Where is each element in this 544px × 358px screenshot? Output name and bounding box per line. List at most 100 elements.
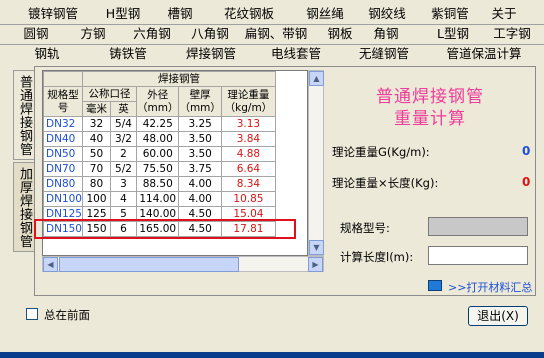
tab-hex-steel[interactable]: 六角钢 bbox=[126, 25, 178, 44]
col-header-inch: 英 bbox=[109, 101, 137, 117]
tab-about[interactable]: 关于 bbox=[484, 5, 524, 24]
cell-spec: DN70 bbox=[43, 161, 83, 177]
cell-mm: 80 bbox=[81, 176, 111, 192]
cell-wall: 4.00 bbox=[178, 176, 222, 192]
length-input[interactable] bbox=[428, 246, 528, 265]
table-vertical-scrollbar[interactable]: ▲ ▼ bbox=[308, 70, 324, 256]
cell-spec: DN50 bbox=[43, 146, 83, 162]
side-tab-thick-welded[interactable]: 加厚焊接钢管 bbox=[13, 162, 35, 252]
tab-channel-steel[interactable]: 槽钢 bbox=[160, 5, 200, 24]
col-header-wall: 壁厚（mm） bbox=[178, 86, 222, 117]
scroll-up-icon[interactable]: ▲ bbox=[309, 71, 324, 86]
spec-label: 规格型号: bbox=[340, 221, 390, 235]
tab-row-1: 镀锌钢管 H型钢 槽钢 花纹钢板 钢丝绳 钢绞线 紫铜管 关于 bbox=[0, 5, 544, 24]
cell-spec: DN40 bbox=[43, 131, 83, 147]
total-weight-label: 理论重量×长度(Kg): bbox=[332, 176, 439, 190]
tab-i-beam[interactable]: 工字钢 bbox=[486, 25, 538, 44]
table-icon bbox=[428, 280, 442, 291]
tab-flat-steel[interactable]: 扁钢、带钢 bbox=[240, 25, 312, 44]
cell-weight: 4.88 bbox=[220, 146, 276, 162]
cell-weight: 6.64 bbox=[220, 161, 276, 177]
app-window: 镀锌钢管 H型钢 槽钢 花纹钢板 钢丝绳 钢绞线 紫铜管 关于 圆钢 方钢 六角… bbox=[0, 0, 544, 352]
tab-h-beam[interactable]: H型钢 bbox=[98, 5, 148, 24]
cell-mm: 70 bbox=[81, 161, 111, 177]
tab-galvanized-pipe[interactable]: 镀锌钢管 bbox=[20, 5, 86, 24]
cell-od: 88.50 bbox=[135, 176, 180, 192]
tab-wire-rope[interactable]: 钢丝绳 bbox=[298, 5, 352, 24]
table-row[interactable]: DN50 50 2 60.00 3.50 4.88 bbox=[43, 146, 276, 162]
col-header-od: 外径（mm） bbox=[135, 86, 180, 117]
tab-insulation-calc[interactable]: 管道保温计算 bbox=[436, 45, 532, 64]
cell-inch: 3 bbox=[109, 176, 137, 192]
spec-field[interactable] bbox=[428, 217, 528, 236]
cell-weight: 8.34 bbox=[220, 176, 276, 192]
table-horizontal-scrollbar[interactable]: ◀ ▶ bbox=[42, 256, 324, 272]
scroll-right-icon[interactable]: ▶ bbox=[308, 257, 323, 272]
cell-weight: 10.85 bbox=[220, 191, 276, 207]
col-header-nominal: 公称口径 bbox=[81, 86, 137, 102]
cell-wall: 3.75 bbox=[178, 161, 222, 177]
cell-od: 75.50 bbox=[135, 161, 180, 177]
cell-wall: 4.00 bbox=[178, 191, 222, 207]
calc-subtitle: 重量计算 bbox=[394, 109, 466, 129]
scroll-down-icon[interactable]: ▼ bbox=[309, 240, 324, 255]
topmost-checkbox[interactable] bbox=[26, 308, 38, 320]
side-tab-standard-welded[interactable]: 普通焊接钢管 bbox=[13, 70, 35, 160]
tab-welded-pipe[interactable]: 焊接钢管 bbox=[172, 45, 250, 64]
tab-row-2: 圆钢 方钢 六角钢 八角钢 扁钢、带钢 钢板 角钢 L型钢 工字钢 bbox=[0, 25, 544, 44]
tab-copper-pipe[interactable]: 紫铜管 bbox=[424, 5, 476, 24]
total-weight-value: 0 bbox=[522, 175, 531, 189]
cell-inch: 5/2 bbox=[109, 161, 137, 177]
cell-inch: 4 bbox=[109, 191, 137, 207]
tab-checker-plate[interactable]: 花纹钢板 bbox=[216, 5, 282, 24]
table-row[interactable]: DN80 80 3 88.50 4.00 8.34 bbox=[43, 176, 276, 192]
scroll-left-icon[interactable]: ◀ bbox=[43, 257, 58, 272]
tab-oct-steel[interactable]: 八角钢 bbox=[184, 25, 236, 44]
cell-wall: 3.50 bbox=[178, 146, 222, 162]
tab-conduit[interactable]: 电线套管 bbox=[262, 45, 330, 64]
table-row[interactable]: DN32 32 5/4 42.25 3.25 3.13 bbox=[43, 116, 276, 132]
table-row[interactable]: DN100 100 4 114.00 4.00 10.85 bbox=[43, 191, 276, 207]
tab-round-steel[interactable]: 圆钢 bbox=[18, 25, 54, 44]
tab-l-steel[interactable]: L型钢 bbox=[428, 25, 478, 44]
open-summary-link[interactable]: >>打开材料汇总 bbox=[448, 279, 532, 295]
cell-weight: 3.13 bbox=[220, 116, 276, 132]
tab-steel-plate[interactable]: 钢板 bbox=[318, 25, 362, 44]
table-row[interactable]: DN70 70 5/2 75.50 3.75 6.64 bbox=[43, 161, 276, 177]
cell-inch: 5/4 bbox=[109, 116, 137, 132]
cell-od: 48.00 bbox=[135, 131, 180, 147]
cell-inch: 2 bbox=[109, 146, 137, 162]
cell-mm: 50 bbox=[81, 146, 111, 162]
side-tab-label: 普通焊接钢管 bbox=[17, 74, 32, 156]
cell-mm: 40 bbox=[81, 131, 111, 147]
highlight-box bbox=[34, 219, 296, 239]
col-header-spec: 规格型号 bbox=[43, 86, 83, 117]
cell-spec: DN32 bbox=[43, 116, 83, 132]
table-row[interactable]: DN40 40 3/2 48.00 3.50 3.84 bbox=[43, 131, 276, 147]
tab-cast-iron-pipe[interactable]: 铸铁管 bbox=[100, 45, 156, 64]
exit-button[interactable]: 退出(X) bbox=[468, 306, 528, 326]
cell-mm: 32 bbox=[81, 116, 111, 132]
table-corner bbox=[43, 71, 83, 87]
tab-rail[interactable]: 钢轨 bbox=[22, 45, 72, 64]
cell-weight: 3.84 bbox=[220, 131, 276, 147]
cell-wall: 3.25 bbox=[178, 116, 222, 132]
desktop-strip bbox=[0, 352, 544, 358]
cell-spec: DN80 bbox=[43, 176, 83, 192]
scroll-thumb[interactable] bbox=[59, 257, 239, 272]
tab-square-steel[interactable]: 方钢 bbox=[74, 25, 112, 44]
col-header-mm: 毫米 bbox=[81, 101, 111, 117]
side-tab-label: 加厚焊接钢管 bbox=[17, 166, 32, 248]
col-header-weight: 理论重量（kg/m） bbox=[220, 86, 276, 117]
tab-angle-steel[interactable]: 角钢 bbox=[364, 25, 408, 44]
length-label: 计算长度l(m): bbox=[340, 250, 414, 264]
cell-spec: DN100 bbox=[43, 191, 83, 207]
tab-row-3: 钢轨 铸铁管 焊接钢管 电线套管 无缝钢管 管道保温计算 bbox=[0, 45, 544, 64]
cell-od: 42.25 bbox=[135, 116, 180, 132]
topmost-label: 总在前面 bbox=[44, 308, 90, 322]
cell-wall: 3.50 bbox=[178, 131, 222, 147]
tab-strand[interactable]: 钢绞线 bbox=[360, 5, 414, 24]
table-group-header: 焊接钢管 bbox=[81, 71, 276, 87]
unit-weight-label: 理论重量G(Kg/m): bbox=[332, 145, 430, 159]
tab-seamless-pipe[interactable]: 无缝钢管 bbox=[350, 45, 418, 64]
